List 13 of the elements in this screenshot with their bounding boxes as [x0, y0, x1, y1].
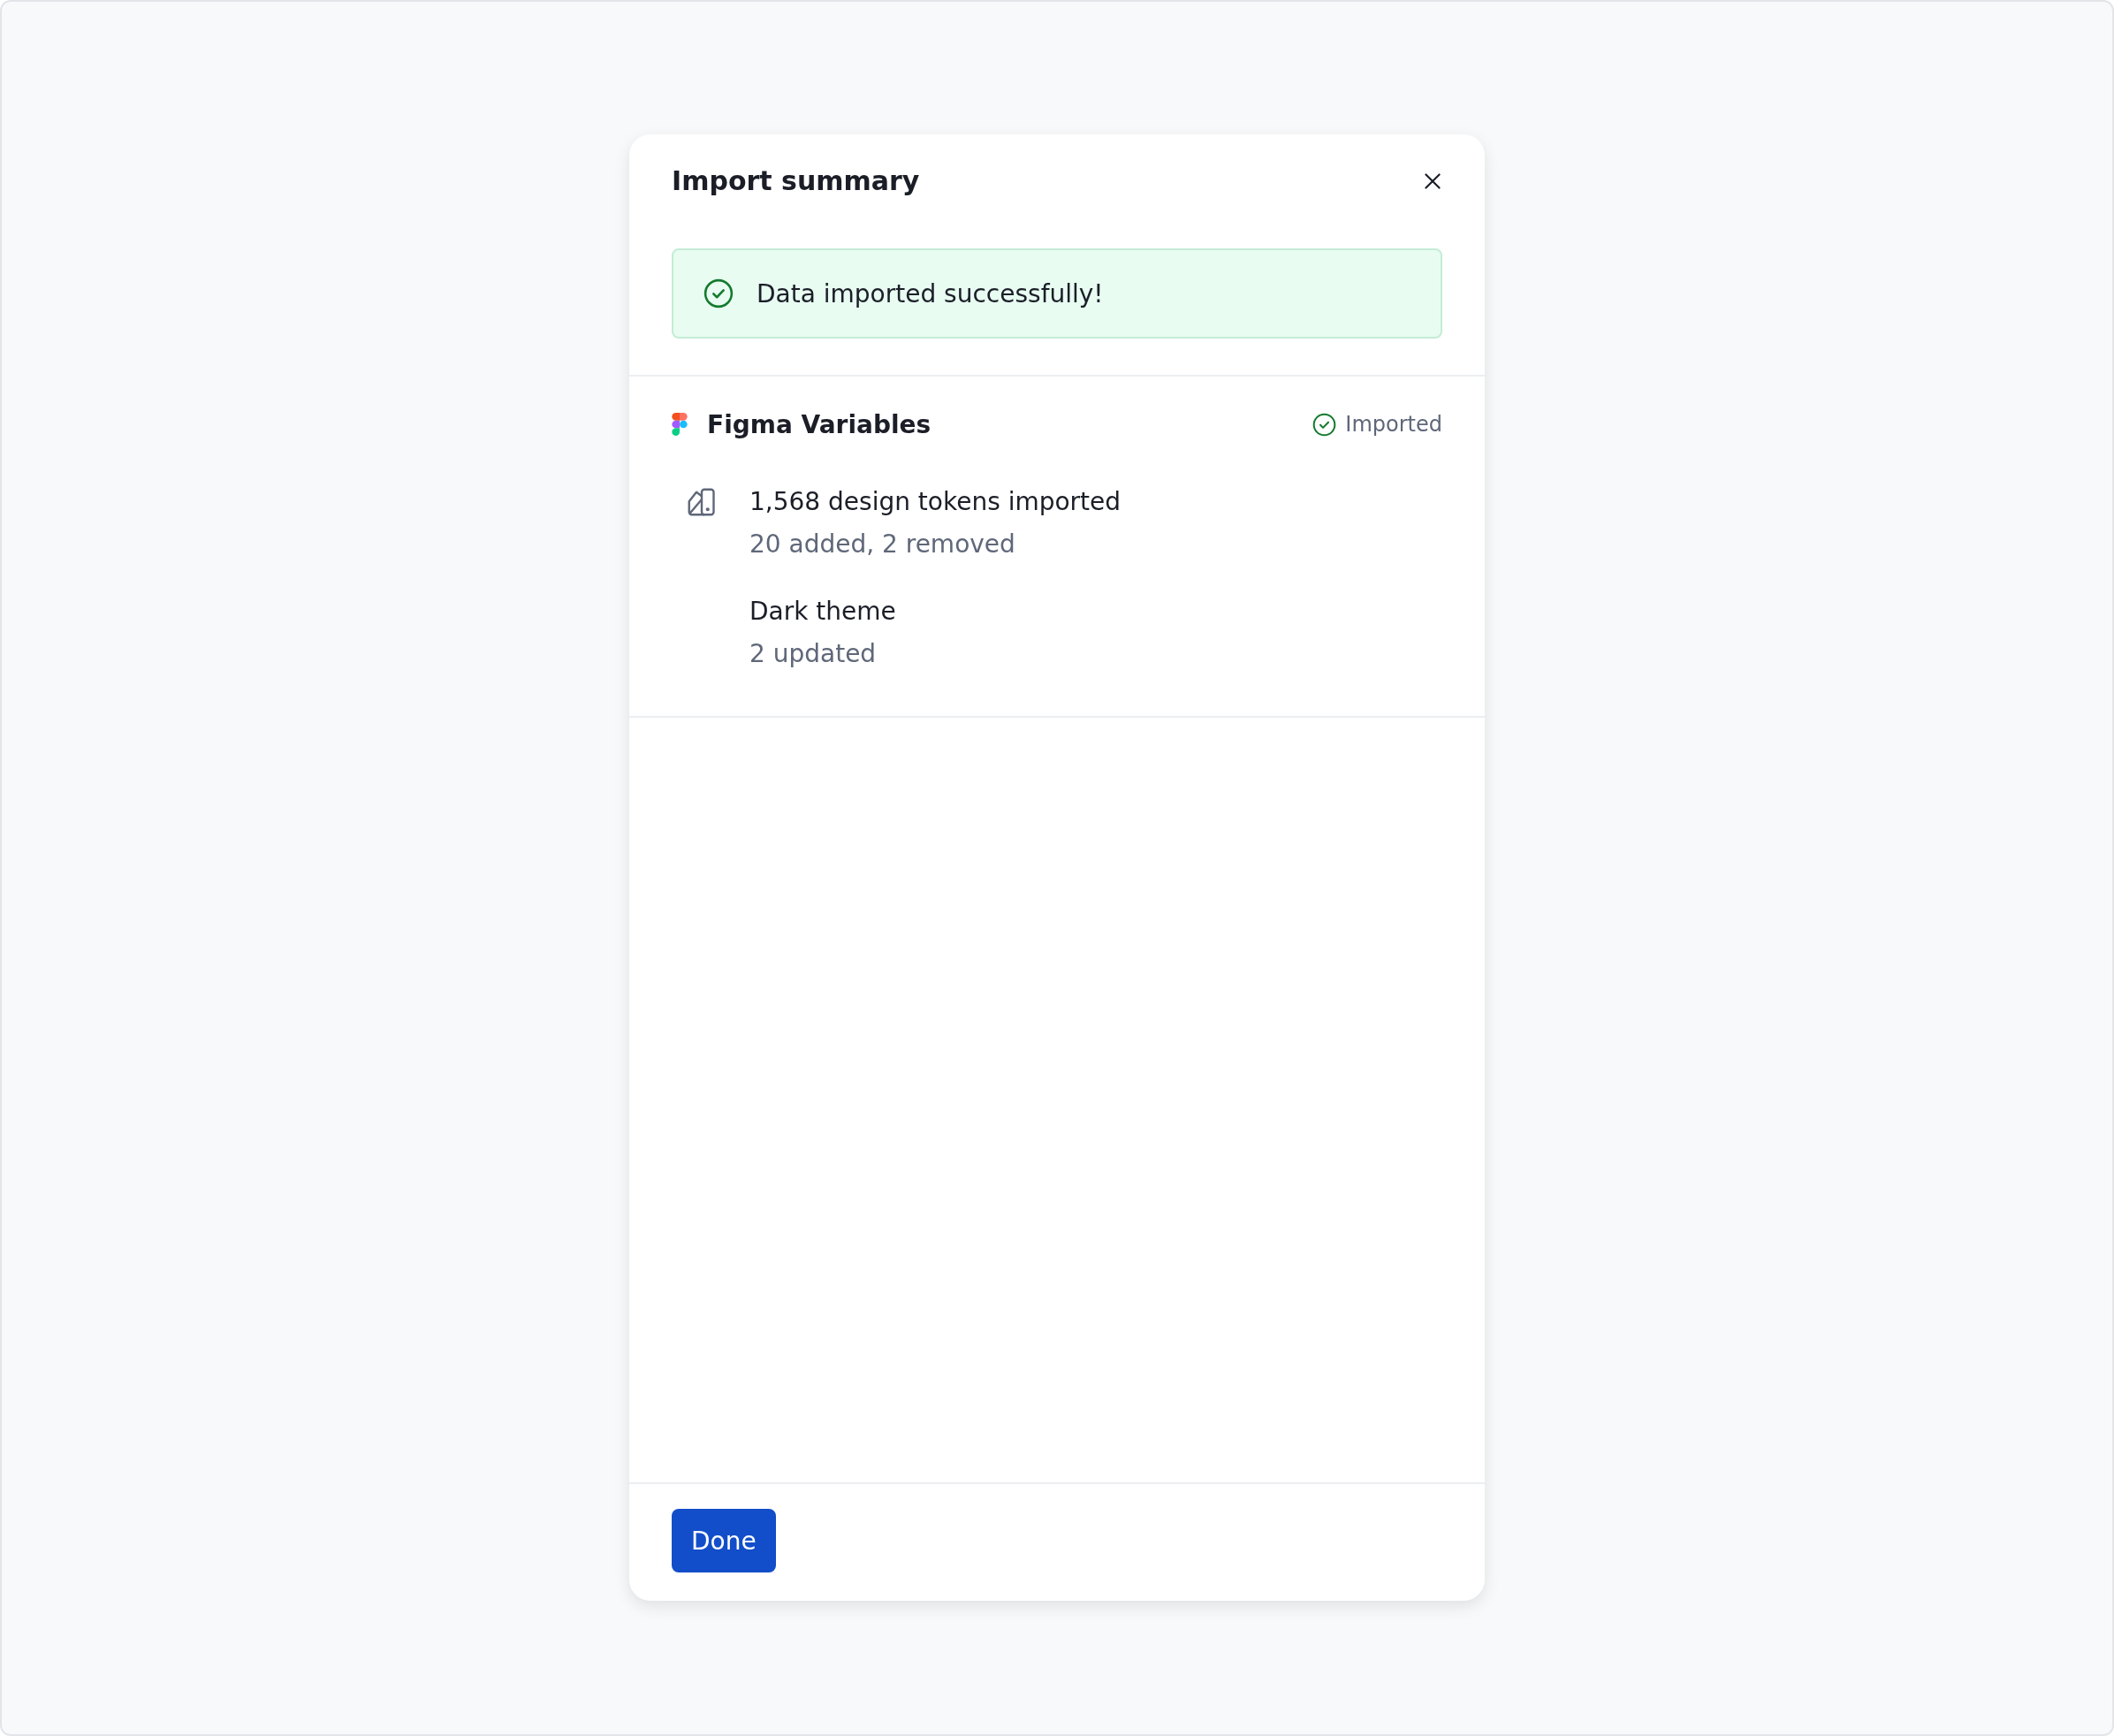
dialog-title: Import summary [672, 164, 920, 198]
summary-detail: 2 updated [749, 638, 878, 670]
figma-logo-icon [672, 413, 688, 436]
done-button[interactable]: Done [672, 1509, 776, 1572]
source-name: Figma Variables [707, 409, 932, 439]
banner-message: Data imported successfully! [757, 278, 1104, 308]
import-status: Imported [1345, 412, 1442, 437]
check-circle-icon [703, 278, 734, 308]
summary-title: Dark theme [749, 596, 897, 628]
check-circle-icon [1312, 412, 1337, 437]
summary-title: 1,568 design tokens imported [749, 486, 1122, 518]
swatch-book-icon [686, 486, 718, 518]
summary-detail: 20 added, 2 removed [749, 529, 1016, 560]
